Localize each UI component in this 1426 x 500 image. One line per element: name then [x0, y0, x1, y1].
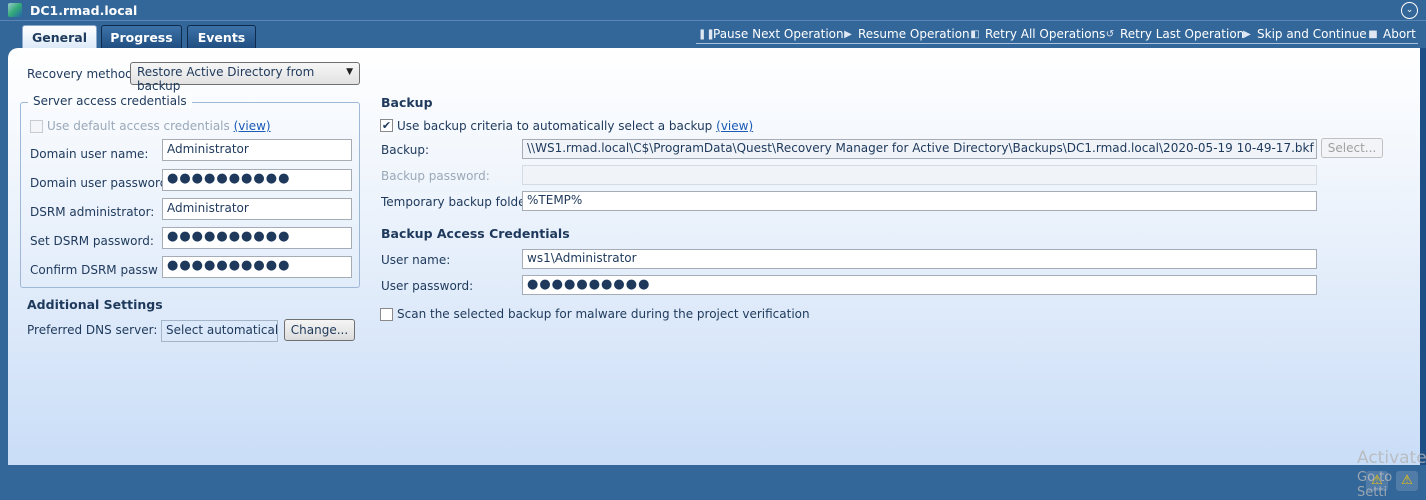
retry-all-icon: ◧ [970, 28, 980, 40]
collapse-chevron-icon[interactable]: ⌄ [1401, 2, 1418, 19]
retry-all-operations-button[interactable]: ◧ Retry All Operations [968, 26, 1108, 44]
skip-icon: ▶ [1243, 28, 1251, 40]
backup-password-label: Backup password: [381, 169, 490, 183]
use-backup-criteria-label: Use backup criteria to automatically sel… [397, 119, 754, 133]
domain-password-label: Domain user password: [30, 176, 172, 190]
warning-icon[interactable]: ⚠ [1366, 471, 1388, 491]
confirm-dsrm-password-input[interactable]: ●●●●●●●●●● [162, 256, 352, 278]
play-icon: ▶ [844, 28, 852, 40]
view-backup-criteria-link[interactable]: (view) [716, 119, 753, 133]
scan-malware-label: Scan the selected backup for malware dur… [397, 307, 810, 321]
dns-server-value: Select automatically [161, 320, 278, 342]
confirm-dsrm-password-label: Confirm DSRM passwor [30, 263, 158, 277]
pause-next-operation-button[interactable]: ❚❚ Pause Next Operation [696, 26, 846, 44]
backup-password-input[interactable] [522, 165, 1317, 185]
warning-icon[interactable]: ⚠ [1396, 471, 1418, 491]
recovery-method-label: Recovery method: [27, 67, 137, 81]
tab-general[interactable]: General [22, 25, 97, 49]
use-backup-criteria-checkbox[interactable]: ✔ [380, 119, 393, 132]
change-dns-button[interactable]: Change... [284, 319, 355, 341]
tab-events[interactable]: Events [187, 25, 256, 49]
backup-user-name-label: User name: [381, 253, 451, 267]
resume-operation-button[interactable]: ▶ Resume Operation [841, 26, 972, 44]
view-default-credentials-link[interactable]: (view) [234, 119, 271, 133]
backup-user-password-label: User password: [381, 279, 474, 293]
set-dsrm-password-input[interactable]: ●●●●●●●●●● [162, 227, 352, 249]
pause-icon: ❚❚ [698, 28, 715, 40]
scrollbar[interactable] [1420, 48, 1426, 465]
use-default-credentials-label: Use default access credentials (view) [47, 119, 271, 133]
recovery-method-select[interactable]: Restore Active Directory from backup ▼ [130, 62, 360, 93]
activation-watermark: Activate [1357, 448, 1426, 468]
dropdown-arrow-icon: ▼ [346, 67, 353, 77]
backup-label: Backup: [381, 143, 430, 157]
backup-access-credentials-heading: Backup Access Credentials [381, 226, 570, 241]
domain-password-input[interactable]: ●●●●●●●●●● [162, 169, 352, 191]
abort-button[interactable]: ■ Abort [1366, 26, 1418, 44]
temp-folder-label: Temporary backup folder: [381, 195, 535, 209]
divider [0, 20, 1426, 21]
domain-user-input[interactable]: Administrator [162, 139, 352, 161]
skip-and-continue-button[interactable]: ▶ Skip and Continue [1240, 26, 1369, 44]
dns-server-label: Preferred DNS server: [27, 323, 158, 337]
stop-icon: ■ [1368, 28, 1378, 40]
backup-user-name-input[interactable]: ws1\Administrator [522, 249, 1317, 269]
retry-last-operation-button[interactable]: ↺ Retry Last Operation [1103, 26, 1247, 44]
scan-malware-checkbox[interactable] [380, 308, 393, 321]
temp-folder-input[interactable]: %TEMP% [522, 191, 1317, 211]
backup-heading: Backup [381, 95, 433, 110]
use-default-credentials-checkbox[interactable] [30, 120, 43, 133]
group-legend: Server access credentials [28, 94, 192, 108]
additional-settings-heading: Additional Settings [27, 297, 163, 312]
app-icon [8, 3, 22, 17]
backup-path-input[interactable]: \\WS1.rmad.local\C$\ProgramData\Quest\Re… [522, 139, 1317, 159]
select-backup-button[interactable]: Select... [1321, 138, 1383, 158]
window-title: DC1.rmad.local [30, 3, 138, 18]
domain-user-label: Domain user name: [30, 147, 149, 161]
set-dsrm-password-label: Set DSRM password: [30, 234, 154, 248]
retry-icon: ↺ [1105, 28, 1115, 40]
dsrm-admin-input[interactable]: Administrator [162, 198, 352, 220]
dsrm-admin-label: DSRM administrator: [30, 205, 155, 219]
tab-progress[interactable]: Progress [101, 25, 182, 49]
backup-user-password-input[interactable]: ●●●●●●●●●● [522, 275, 1317, 295]
